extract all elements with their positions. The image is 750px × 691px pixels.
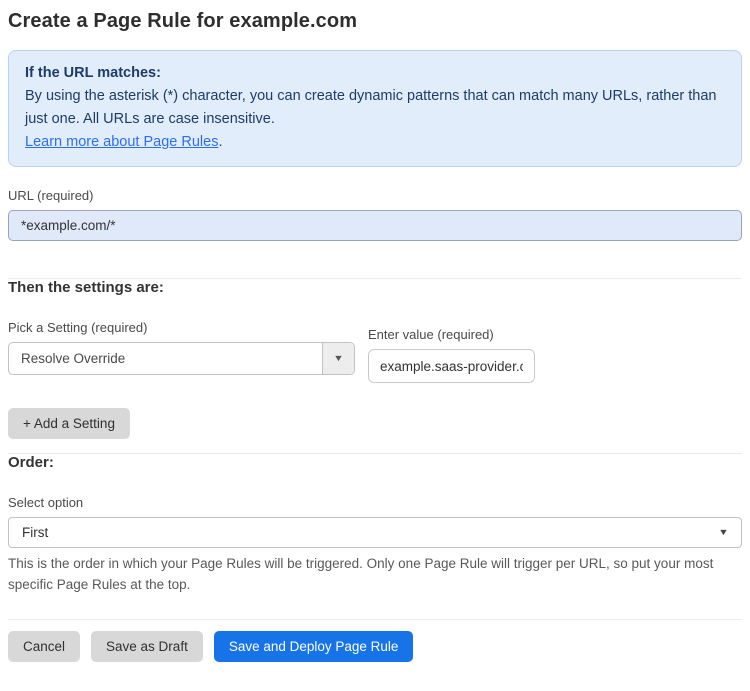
setting-value-label: Enter value (required)	[368, 327, 494, 342]
setting-select-label: Pick a Setting (required)	[8, 320, 148, 335]
create-page-rule-panel: Create a Page Rule for example.com If th…	[0, 0, 750, 662]
footer-actions: Cancel Save as Draft Save and Deploy Pag…	[8, 631, 742, 662]
chevron-down-icon: ▼	[333, 353, 344, 363]
settings-heading: Then the settings are:	[8, 279, 164, 296]
setting-select-value: Resolve Override	[21, 351, 126, 366]
info-box-body: By using the asterisk (*) character, you…	[25, 88, 717, 127]
info-box-link-line: Learn more about Page Rules.	[25, 131, 725, 154]
save-deploy-button[interactable]: Save and Deploy Page Rule	[213, 631, 414, 662]
add-setting-button[interactable]: + Add a Setting	[8, 408, 130, 439]
setting-value-column: Enter value (required)	[368, 327, 535, 383]
url-input[interactable]	[8, 210, 742, 241]
setting-select-column: Pick a Setting (required) Resolve Overri…	[8, 320, 355, 375]
info-box-heading: If the URL matches:	[25, 65, 161, 81]
save-draft-button[interactable]: Save as Draft	[91, 631, 203, 662]
url-match-info-box: If the URL matches: By using the asteris…	[8, 50, 742, 167]
setting-select-arrow-button[interactable]: ▼	[322, 343, 354, 374]
learn-more-link[interactable]: Learn more about Page Rules	[25, 134, 218, 150]
order-select[interactable]: First ▼	[8, 517, 742, 548]
url-label: URL (required)	[8, 188, 94, 203]
settings-row: Pick a Setting (required) Resolve Overri…	[8, 320, 742, 383]
chevron-down-icon: ▼	[718, 527, 729, 537]
cancel-button[interactable]: Cancel	[8, 631, 81, 662]
order-select-value: First	[22, 525, 49, 540]
setting-select[interactable]: Resolve Override ▼	[8, 342, 355, 375]
order-select-label: Select option	[8, 495, 84, 510]
page-title: Create a Page Rule for example.com	[8, 10, 358, 32]
footer-divider	[8, 619, 742, 620]
order-heading: Order:	[8, 454, 54, 471]
link-suffix-text: .	[218, 134, 223, 150]
order-help-text: This is the order in which your Page Rul…	[8, 556, 714, 592]
setting-value-input[interactable]	[368, 349, 535, 383]
